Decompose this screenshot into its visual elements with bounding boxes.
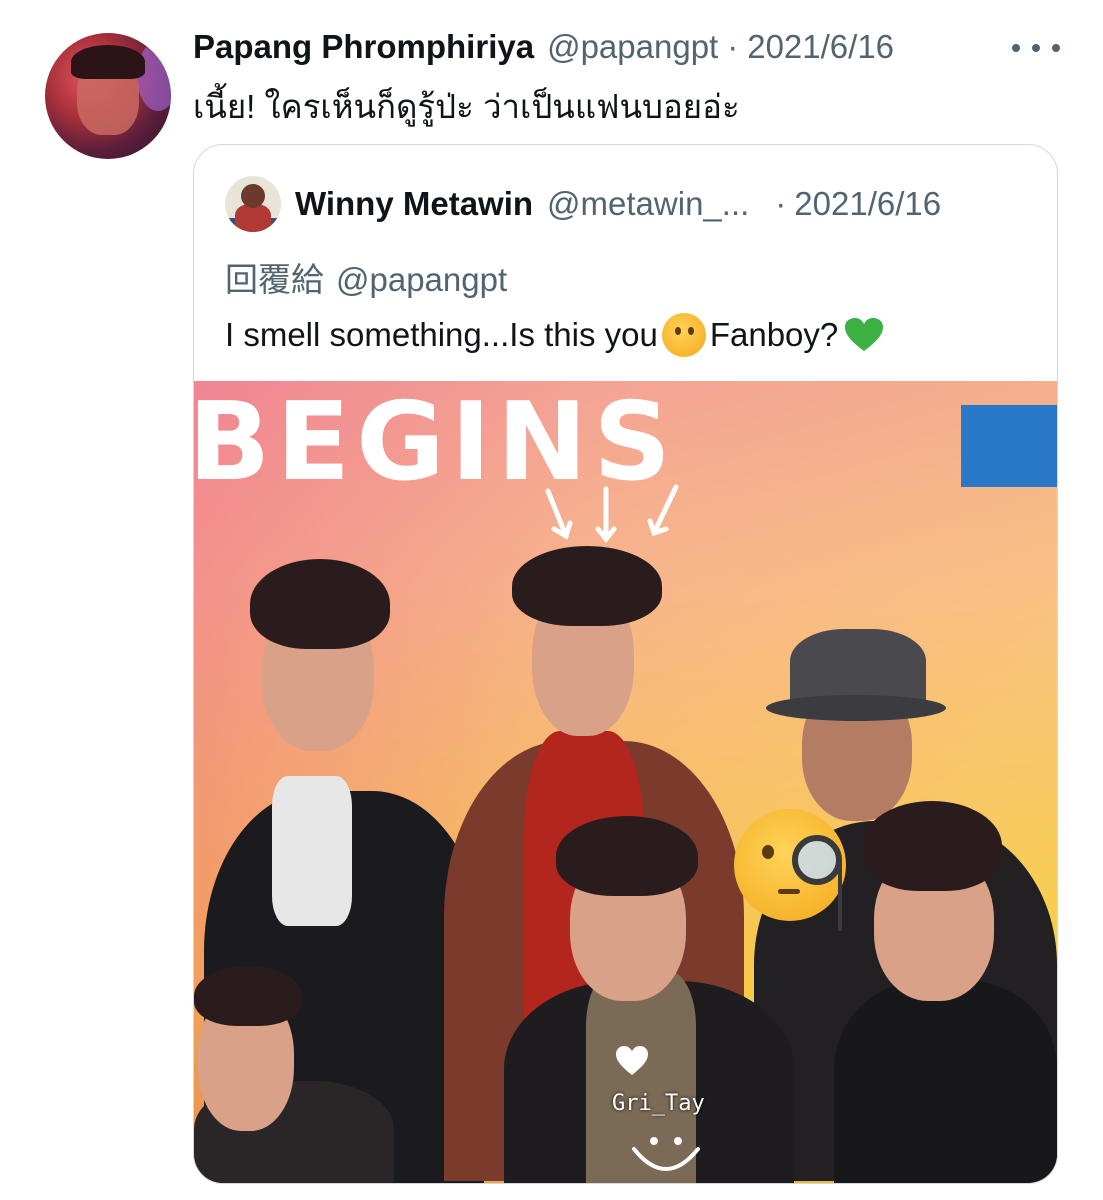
avatar-head	[241, 184, 265, 208]
quoted-text-part2: Fanboy?	[709, 316, 839, 353]
more-horizontal-icon[interactable]	[1012, 38, 1060, 58]
quoted-author-handle[interactable]: @metawin_...	[547, 185, 749, 223]
quoted-header-separator: ·	[775, 185, 787, 222]
avatar-hair	[71, 45, 145, 79]
smiley-doodle-icon	[632, 1137, 700, 1171]
header-separator: ·	[727, 28, 739, 65]
quoted-tweet-date[interactable]: 2021/6/16	[794, 185, 941, 223]
tweet: Papang Phromphiriya @papangpt · 2021/6/1…	[0, 0, 1103, 1200]
thinking-face-icon	[661, 313, 706, 357]
heart-doodle-icon	[616, 1046, 648, 1075]
stage-banner-blue-panel	[961, 405, 1057, 487]
author-handle[interactable]: @papangpt	[547, 28, 718, 66]
quoted-author-avatar[interactable]	[225, 176, 281, 232]
down-arrows-doodle-icon	[545, 484, 679, 544]
author-name[interactable]: Papang Phromphiriya	[193, 28, 534, 66]
more-dot	[1052, 44, 1060, 52]
quoted-tweet-text: I smell something...Is this you Fanboy?	[225, 313, 884, 357]
reply-mention-link[interactable]: @papangpt	[336, 261, 507, 298]
author-avatar[interactable]	[45, 33, 171, 159]
image-watermark: Gri_Tay	[612, 1091, 705, 1116]
quoted-tweet-image[interactable]: BEGINS Gri_Tay	[194, 381, 1057, 1183]
reply-prefix: 回覆給	[225, 261, 324, 298]
tweet-text: เนี้ย! ใครเห็นก็ดูรู้ป่ะ ว่าเป็นแฟนบอยอ่…	[193, 88, 740, 125]
tweet-date[interactable]: 2021/6/16	[747, 28, 894, 66]
green-heart-icon	[844, 317, 884, 353]
more-dot	[1032, 44, 1040, 52]
tweet-header: Papang Phromphiriya @papangpt · 2021/6/1…	[193, 28, 894, 68]
avatar-body	[235, 204, 271, 232]
quoted-text-part1: I smell something...Is this you	[225, 316, 658, 353]
quoted-tweet-header: Winny Metawin @metawin_... · 2021/6/16	[295, 185, 941, 223]
more-dot	[1012, 44, 1020, 52]
face-with-monocle-sticker-icon	[734, 809, 846, 931]
quoted-author-name[interactable]: Winny Metawin	[295, 185, 533, 223]
quoted-tweet-card[interactable]: Winny Metawin @metawin_... · 2021/6/16 回…	[193, 144, 1058, 1184]
reply-context: 回覆給 @papangpt	[225, 253, 507, 301]
